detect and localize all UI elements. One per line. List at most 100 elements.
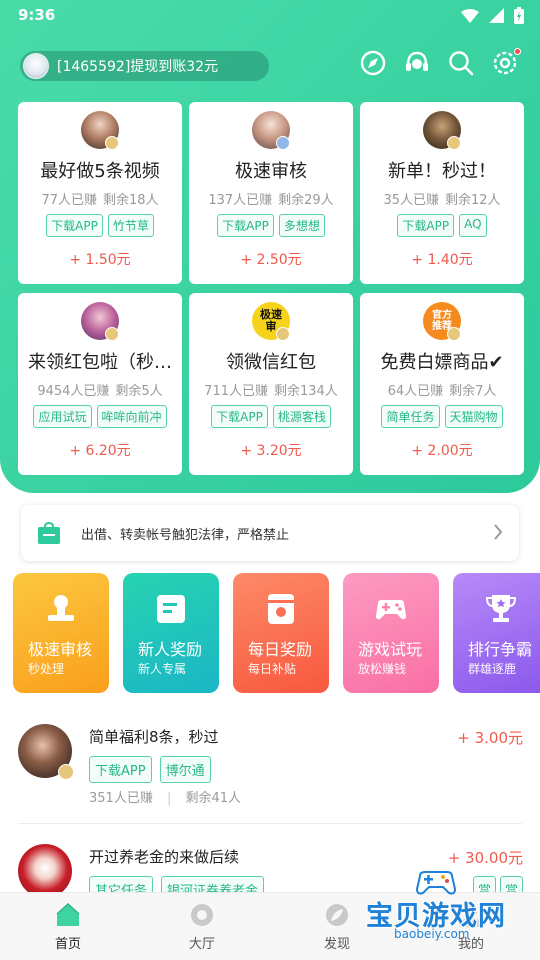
verified-badge-icon (447, 136, 461, 150)
task-meta: 137人已赚 剩余29人 (208, 193, 334, 208)
list-reward: + 30.00元 (447, 849, 523, 867)
shop-bag-icon (38, 522, 60, 544)
list-reward: + 3.00元 (457, 729, 523, 747)
task-meta: 35人已赚 剩余12人 (383, 193, 501, 208)
category-title: 极速审核 (28, 640, 93, 659)
category-subtitle: 新人专属 (138, 662, 187, 676)
legal-warning-banner[interactable]: 出借、转卖帐号触犯法律，严格禁止 (21, 505, 519, 561)
list-title: 开过养老金的来做后续 (89, 848, 240, 866)
task-meta: 64人已赚 剩余7人 (387, 384, 497, 399)
warning-text: 出借、转卖帐号触犯法律，严格禁止 (81, 527, 290, 543)
task-title: 免费白嫖商品✔ (380, 352, 504, 373)
task-tags: 下载APP AQ (360, 214, 524, 237)
task-reward: + 6.20元 (69, 443, 131, 459)
task-title: 领微信红包 (226, 352, 316, 373)
task-reward: + 3.20元 (240, 443, 302, 459)
task-tag: 天猫购物 (444, 405, 503, 428)
task-tag: 下载APP (211, 405, 268, 428)
list-tag: 银河证券养老金 (161, 876, 265, 892)
category-title: 新人奖励 (138, 640, 203, 659)
notice-text: [1465592]提现到账32元 (57, 59, 219, 75)
card-icon (157, 595, 185, 623)
task-tags: 下载APP 竹节草 (18, 214, 182, 237)
task-tags: 下载APP 多想想 (189, 214, 353, 237)
task-title: 极速审核 (235, 161, 307, 182)
tab-label: 首页 (54, 937, 81, 952)
verified-badge-icon (276, 136, 290, 150)
stamp-icon (48, 595, 74, 621)
task-tag: 下载APP (46, 214, 103, 237)
category-fast-review[interactable]: 极速审核 秒处理 (13, 573, 109, 693)
discover-icon (326, 904, 348, 926)
category-title: 排行争霸 (468, 640, 533, 659)
task-card[interactable]: 极速 审 领微信红包 711人已赚 剩余134人 下载APP 桃源客栈 + 3.20… (189, 293, 353, 475)
category-title: 每日奖励 (248, 640, 313, 659)
trophy-icon (485, 595, 517, 622)
compass-icon[interactable] (360, 50, 386, 76)
chevron-right-icon (494, 524, 503, 540)
tab-home[interactable]: 首页 (28, 901, 108, 952)
settings-icon[interactable] (492, 48, 521, 76)
tab-label: 大厅 (188, 937, 215, 952)
task-card[interactable]: 官方 推荐 免费白嫖商品✔ 64人已赚 剩余7人 简单任务 天猫购物 + 2.00元 (360, 293, 524, 475)
category-title: 游戏试玩 (358, 640, 423, 659)
category-subtitle: 群雄逐鹿 (468, 662, 517, 676)
home-icon (56, 902, 80, 926)
verified-badge-icon (447, 327, 461, 341)
task-title: 来领红包啦（秒… (28, 352, 172, 373)
task-card[interactable]: 新单！秒过！ 35人已赚 剩余12人 下载APP AQ + 1.40元 (360, 102, 524, 284)
verified-badge-icon (105, 136, 119, 150)
gamepad-icon (376, 600, 406, 620)
task-tag: 简单任务 (381, 405, 440, 428)
category-subtitle: 秒处理 (28, 662, 65, 676)
task-tag: 桃源客栈 (272, 405, 331, 428)
list-meta: 351人已赚 | 剩余41人 (89, 791, 242, 806)
status-icons (461, 7, 524, 24)
task-card[interactable]: 来领红包啦（秒… 9454人已赚 剩余5人 应用试玩 哞哞向前冲 + 6.20元 (18, 293, 182, 475)
task-tag: 下载APP (217, 214, 274, 237)
task-tags: 应用试玩 哞哞向前冲 (18, 405, 182, 428)
watermark-gamepad-icon (415, 871, 457, 895)
verified-badge-icon (276, 327, 290, 341)
task-tag: AQ (459, 214, 487, 237)
list-tag: 下载APP (89, 756, 152, 783)
bag-icon (268, 594, 294, 624)
list-divider (18, 823, 522, 824)
site-watermark: 宝贝游戏网 baobeiy.com (362, 868, 512, 948)
task-meta: 711人已赚 剩余134人 (204, 384, 338, 399)
task-title: 新单！秒过！ (388, 161, 496, 182)
wifi-icon (461, 8, 479, 23)
customer-service-icon[interactable] (404, 50, 430, 76)
task-reward: + 2.50元 (240, 252, 302, 268)
watermark-url: baobeiy.com (394, 927, 470, 941)
category-game-trial[interactable]: 游戏试玩 放松赚钱 (343, 573, 439, 693)
task-reward: + 2.00元 (411, 443, 473, 459)
task-tag: 应用试玩 (33, 405, 92, 428)
list-tag: 其它任务 (89, 876, 154, 892)
battery-icon (514, 7, 524, 24)
task-tag: 竹节草 (107, 214, 154, 237)
task-tags: 下载APP 桃源客栈 (189, 405, 353, 428)
search-icon[interactable] (448, 50, 474, 76)
task-reward: + 1.40元 (411, 252, 473, 268)
task-meta: 77人已赚 剩余18人 (41, 193, 159, 208)
notice-avatar (23, 53, 49, 79)
task-tag: 多想想 (278, 214, 325, 237)
category-daily-reward[interactable]: 每日奖励 每日补贴 (233, 573, 329, 693)
list-tag: 博尔通 (159, 756, 211, 783)
verified-badge-icon (105, 327, 119, 341)
task-tag: 哞哞向前冲 (96, 405, 167, 428)
notification-dot (514, 48, 521, 55)
task-card[interactable]: 极速审核 137人已赚 剩余29人 下载APP 多想想 + 2.50元 (189, 102, 353, 284)
list-item[interactable]: 简单福利8条，秒过 + 3.00元 下载APP 博尔通 351人已赚 | 剩余4… (0, 708, 540, 820)
top-icons (360, 48, 521, 76)
category-leaderboard[interactable]: 排行争霸 群雄逐鹿 (453, 573, 540, 693)
withdraw-notice[interactable]: [1465592]提现到账32元 (20, 51, 269, 81)
category-newbie-reward[interactable]: 新人奖励 新人专属 (123, 573, 219, 693)
task-card[interactable]: 最好做5条视频 77人已赚 剩余18人 下载APP 竹节草 + 1.50元 (18, 102, 182, 284)
task-meta: 9454人已赚 剩余5人 (37, 384, 163, 399)
category-subtitle: 放松赚钱 (358, 662, 407, 676)
tab-hall[interactable]: 大厅 (162, 901, 242, 952)
status-bar: 9:36 (0, 0, 540, 34)
hall-icon (191, 904, 213, 926)
